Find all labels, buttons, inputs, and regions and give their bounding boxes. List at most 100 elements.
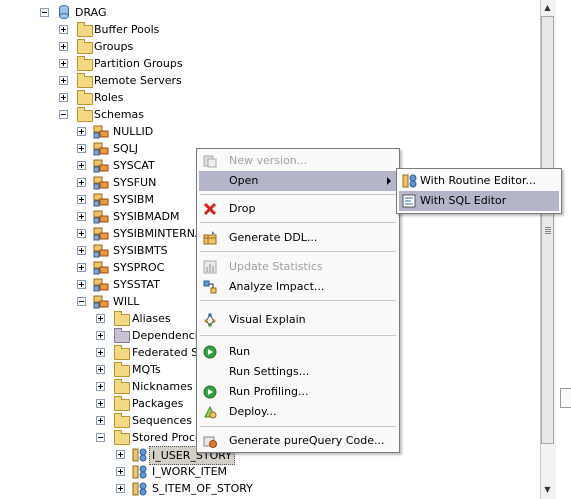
tree-node-label: Packages — [132, 397, 184, 410]
tree-node-label: Roles — [94, 91, 124, 104]
collapse-toggle[interactable] — [77, 297, 86, 306]
expand-toggle[interactable] — [59, 59, 68, 68]
expand-toggle[interactable] — [59, 25, 68, 34]
tree-node-label: Remote Servers — [94, 74, 182, 87]
menu-item-open[interactable]: Open — [199, 171, 397, 191]
folder-open-icon — [77, 107, 93, 122]
menu-separator — [200, 222, 396, 223]
expand-toggle[interactable] — [96, 382, 105, 391]
folder-icon — [114, 413, 130, 428]
schema-icon — [93, 142, 109, 156]
menu-item-update-statistics[interactable]: Update Statistics — [199, 257, 397, 277]
folder-icon — [77, 73, 93, 88]
tree-node-label: SYSFUN — [113, 176, 157, 189]
context-menu: New version... Open Drop Generate DDL...… — [196, 148, 400, 453]
expand-toggle[interactable] — [116, 467, 125, 476]
expand-toggle[interactable] — [59, 93, 68, 102]
menu-item-generate-purequery[interactable]: Generate pureQuery Code... — [199, 431, 397, 451]
menu-item-run-settings[interactable]: Run Settings... — [199, 362, 397, 382]
scroll-up-arrow-icon[interactable]: ▲ — [542, 2, 553, 14]
menu-item-generate-ddl[interactable]: Generate DDL... — [199, 228, 397, 248]
menu-item-analyze-impact[interactable]: Analyze Impact... — [199, 277, 397, 297]
menu-separator — [200, 194, 396, 195]
expand-toggle[interactable] — [96, 365, 105, 374]
menu-item-run-profiling[interactable]: Run Profiling... — [199, 382, 397, 402]
run-profiling-icon — [203, 385, 217, 399]
expand-toggle[interactable] — [59, 76, 68, 85]
schema-icon — [93, 176, 109, 190]
schema-icon — [93, 159, 109, 173]
menu-item-visual-explain[interactable]: Visual Explain — [199, 310, 397, 330]
schema-icon — [93, 227, 109, 241]
tree-node-label: WILL — [113, 295, 140, 308]
expand-toggle[interactable] — [77, 229, 86, 238]
expand-toggle[interactable] — [77, 161, 86, 170]
tree-node-label: Buffer Pools — [94, 23, 160, 36]
collapse-toggle[interactable] — [96, 433, 105, 442]
menu-item-new-version[interactable]: New version... — [199, 151, 397, 171]
right-panel-edge — [556, 0, 571, 499]
tree-node-label: SYSIBMADM — [113, 210, 180, 223]
visual-explain-icon — [203, 313, 217, 327]
analyze-impact-icon — [203, 280, 217, 294]
folder-icon — [77, 90, 93, 105]
open-submenu: With Routine Editor... With SQL Editor — [396, 168, 562, 214]
schema-icon — [93, 210, 109, 224]
tree-node-label: SYSPROC — [113, 261, 165, 274]
expand-toggle[interactable] — [77, 144, 86, 153]
tree-node-label: Partition Groups — [94, 57, 183, 70]
tree-node-label: Sequences — [132, 414, 192, 427]
menu-item-run[interactable]: Run — [199, 342, 397, 362]
menu-item-deploy[interactable]: Deploy... — [199, 402, 397, 422]
expand-toggle[interactable] — [96, 314, 105, 323]
expand-toggle[interactable] — [77, 178, 86, 187]
folder-icon — [77, 39, 93, 54]
purequery-icon — [203, 434, 217, 448]
tree-node-label: Schemas — [94, 108, 144, 121]
schema-icon — [93, 278, 109, 292]
new-version-icon — [203, 154, 217, 168]
menu-item-drop[interactable]: Drop — [199, 199, 397, 219]
tree-node-label: Nicknames — [132, 380, 193, 393]
scroll-down-arrow-icon[interactable]: ▼ — [542, 484, 553, 496]
expand-toggle[interactable] — [116, 450, 125, 459]
submenu-item-sql-editor[interactable]: With SQL Editor — [399, 191, 559, 211]
schema-icon — [93, 244, 109, 258]
schema-icon — [93, 125, 109, 139]
tree-node-label: Aliases — [132, 312, 171, 325]
expand-toggle[interactable] — [77, 212, 86, 221]
expand-toggle[interactable] — [116, 484, 125, 493]
expand-toggle[interactable] — [96, 331, 105, 340]
menu-separator — [200, 335, 396, 336]
folder-icon — [114, 345, 130, 360]
tree-node-label: MQTs — [132, 363, 161, 376]
expand-toggle[interactable] — [96, 348, 105, 357]
update-statistics-icon — [203, 260, 217, 274]
right-panel-tab[interactable] — [560, 388, 571, 408]
expand-toggle[interactable] — [77, 127, 86, 136]
tree-node-label: SQLJ — [113, 142, 139, 155]
folder-icon — [114, 379, 130, 394]
tree-node-label: SYSIBM — [113, 193, 154, 206]
routine-editor-icon — [402, 174, 417, 188]
tree-node-label: I_WORK_ITEM — [152, 465, 228, 478]
expand-toggle[interactable] — [77, 246, 86, 255]
tree-node-label: SYSIBMTS — [113, 244, 168, 257]
expand-toggle[interactable] — [77, 195, 86, 204]
tree-node-label: Groups — [94, 40, 134, 53]
tree-node-label: SYSCAT — [113, 159, 155, 172]
expand-toggle[interactable] — [59, 42, 68, 51]
tree-node-label: DRAG — [75, 6, 107, 19]
red-x-icon — [203, 202, 217, 216]
expand-toggle[interactable] — [96, 416, 105, 425]
sql-editor-icon — [402, 194, 416, 208]
expand-toggle[interactable] — [77, 280, 86, 289]
schema-icon — [93, 261, 109, 275]
folder-icon — [114, 362, 130, 377]
collapse-toggle[interactable] — [59, 110, 68, 119]
submenu-item-routine-editor[interactable]: With Routine Editor... — [399, 171, 559, 191]
expand-toggle[interactable] — [77, 263, 86, 272]
menu-separator — [200, 251, 396, 252]
collapse-toggle[interactable] — [40, 8, 49, 17]
expand-toggle[interactable] — [96, 399, 105, 408]
